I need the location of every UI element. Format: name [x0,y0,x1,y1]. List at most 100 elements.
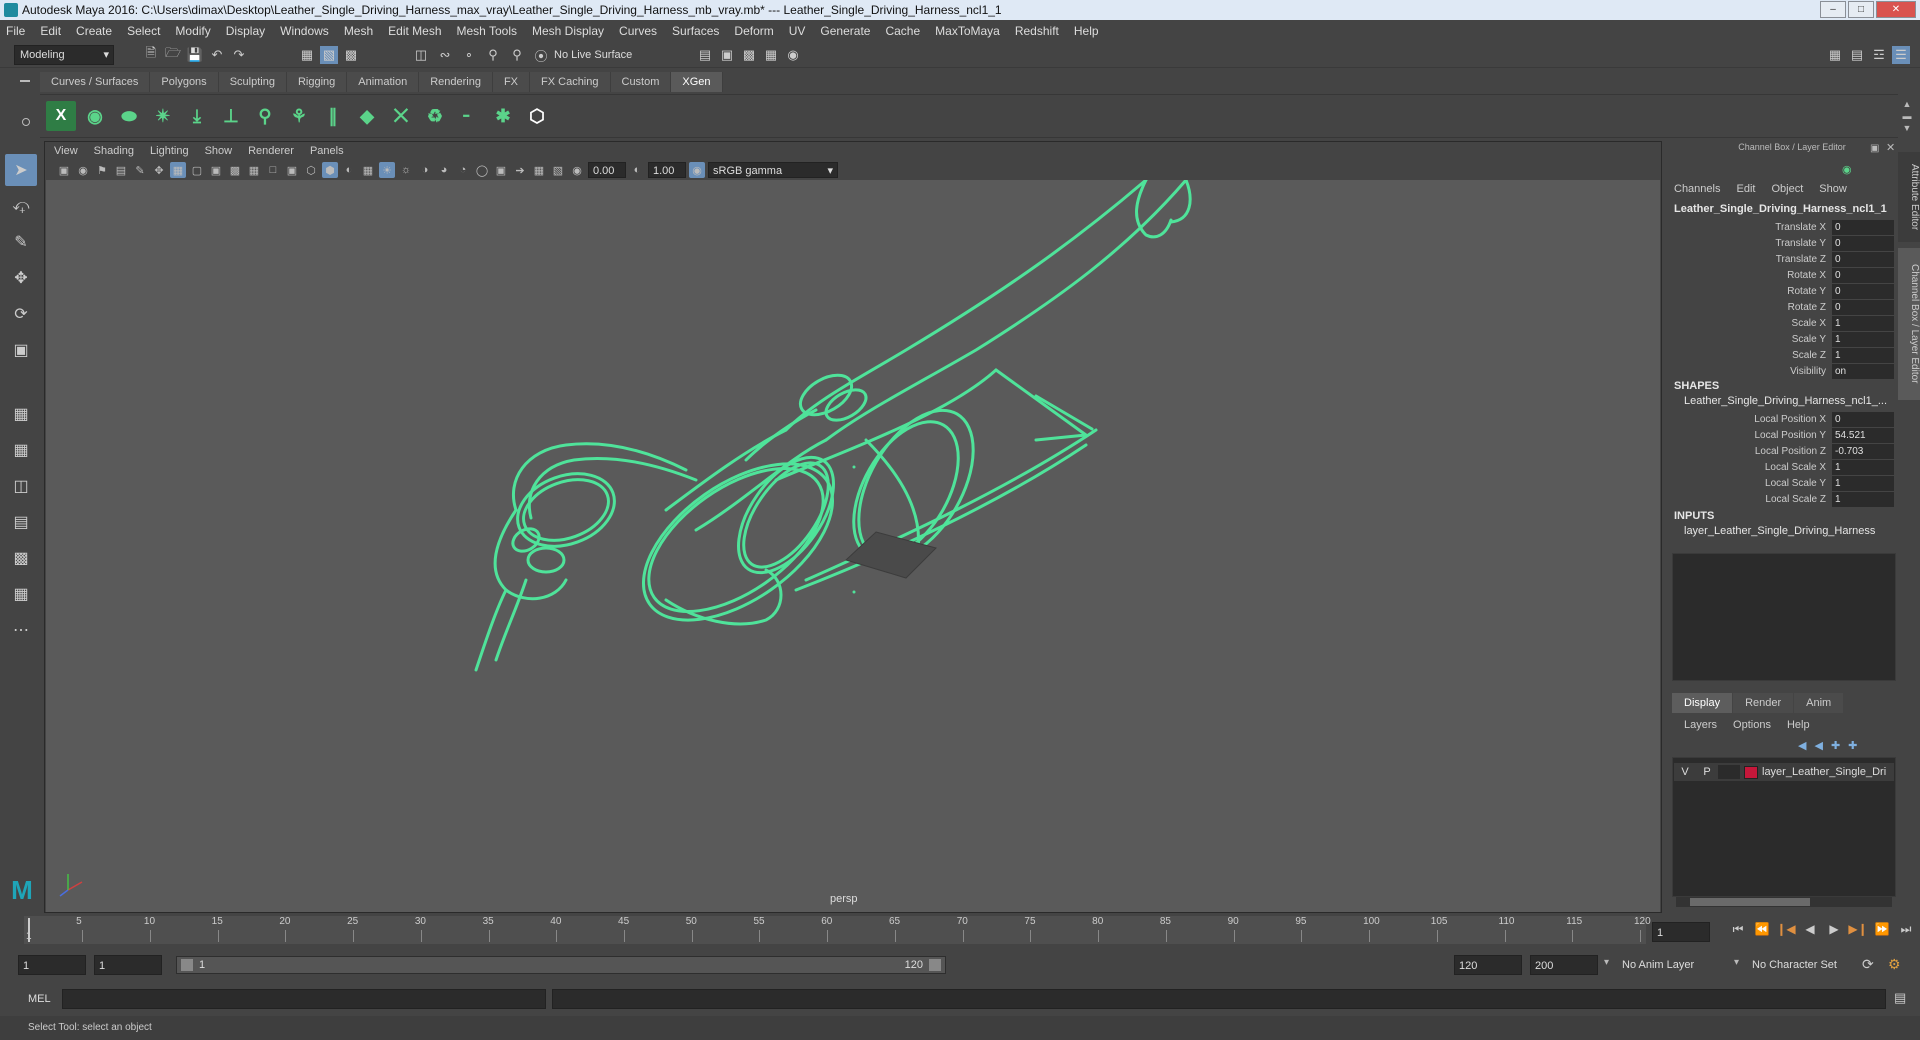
minimize-button[interactable]: – [1820,1,1846,18]
tab-animation[interactable]: Animation [347,72,420,92]
channel-row[interactable]: Rotate Y 0 [1672,283,1894,299]
wireframe-on-shaded-icon[interactable]: ◐ [341,162,357,178]
shelf-scroll[interactable]: ▲ ▬ ▼ [1902,98,1912,134]
shape-channel-row[interactable]: Local Scale Y 1 [1672,475,1894,491]
play-forward-icon[interactable]: ▶ [1824,922,1844,940]
le-menu-layers[interactable]: Layers [1684,719,1717,731]
menu-create[interactable]: Create [76,24,112,38]
command-input[interactable] [62,989,546,1009]
panel-menu-lighting[interactable]: Lighting [150,145,189,157]
close-panel-icon[interactable]: ✕ [1886,141,1895,154]
panel-menu-shading[interactable]: Shading [94,145,134,157]
tab-custom[interactable]: Custom [610,72,672,92]
script-editor-icon[interactable]: ▤ [1894,990,1906,1006]
image-plane-icon[interactable]: ▤ [113,162,129,178]
perspective-viewport[interactable] [46,180,1660,912]
motion-blur-icon[interactable]: ◕ [436,162,452,178]
playback-end-field[interactable]: 120 [1454,955,1522,975]
tab-curves-surfaces[interactable]: Curves / Surfaces [40,72,151,92]
channel-row[interactable]: Rotate Z 0 [1672,299,1894,315]
go-to-end-icon[interactable]: ⏭ [1896,922,1916,940]
cb-menu-show[interactable]: Show [1819,183,1847,195]
undo-icon[interactable]: ↶ [208,46,226,64]
maximize-button[interactable]: □ [1848,1,1874,18]
hypershade-icon[interactable]: ◉ [784,46,802,64]
wireframe-icon[interactable]: ⬡ [303,162,319,178]
menu-select[interactable]: Select [127,24,160,38]
channel-row[interactable]: Rotate X 0 [1672,267,1894,283]
use-all-lights-icon[interactable]: ☀ [379,162,395,178]
make-live-icon[interactable]: ⦿ [532,46,550,64]
xgen-place-icon[interactable]: ⊥ [216,101,246,131]
new-layer-selected-icon[interactable]: ✚ [1848,739,1857,752]
channel-box-toggle-icon[interactable]: ☰ [1892,46,1910,64]
scale-tool-icon[interactable]: ▣ [5,334,37,366]
camera-select-icon[interactable]: ▣ [56,162,72,178]
channel-value[interactable]: 0 [1832,267,1894,283]
input-node-name[interactable]: layer_Leather_Single_Driving_Harness [1684,525,1875,537]
xgen-clump-icon[interactable]: ♻ [420,101,450,131]
tab-render[interactable]: Render [1733,693,1794,713]
snap-curve-icon[interactable]: ∾ [436,46,454,64]
depth-of-field-icon[interactable]: ◯ [474,162,490,178]
channel-value[interactable]: 1 [1832,475,1894,491]
menu-mesh-display[interactable]: Mesh Display [532,24,604,38]
xgen-guides-icon[interactable]: ✴ [148,101,178,131]
animation-prefs-icon[interactable]: ⚙ [1888,956,1901,973]
current-frame-field[interactable]: 1 [1652,922,1710,942]
ipr-render-icon[interactable]: ▩ [740,46,758,64]
ambient-occlusion-icon[interactable]: ◑ [417,162,433,178]
channel-row[interactable]: Scale Z 1 [1672,347,1894,363]
play-backward-icon[interactable]: ◀ [1800,922,1820,940]
channel-row[interactable]: Scale Y 1 [1672,331,1894,347]
channel-value[interactable]: 0 [1832,283,1894,299]
current-time-indicator[interactable] [28,918,30,942]
tab-xgen[interactable]: XGen [671,72,723,92]
channel-key-icon[interactable]: ◉ [1842,163,1852,176]
camera-attributes-icon[interactable]: ◉ [75,162,91,178]
layout-persp-graph-icon[interactable]: ▤ [5,506,37,538]
isolate-select-icon[interactable]: ▣ [493,162,509,178]
menu-file[interactable]: File [6,24,25,38]
menu-modify[interactable]: Modify [175,24,210,38]
select-component-icon[interactable]: ▩ [342,46,360,64]
menu-generate[interactable]: Generate [820,24,870,38]
move-layer-up-icon[interactable]: ◀ [1798,739,1806,752]
grid-icon[interactable]: ▦ [170,162,186,178]
render-current-icon[interactable]: ▦ [762,46,780,64]
lasso-tool-icon[interactable]: ⤽ [5,190,37,222]
menu-curves[interactable]: Curves [619,24,657,38]
panel-menu-panels[interactable]: Panels [310,145,344,157]
new-scene-icon[interactable]: 🗎 [142,45,160,64]
gamma-field[interactable]: 1.00 [648,162,686,178]
xray-icon[interactable]: ➔ [512,162,528,178]
channel-row[interactable]: Translate Z 0 [1672,251,1894,267]
layer-color-swatch[interactable] [1744,765,1758,779]
playback-start-field[interactable]: 1 [94,955,162,975]
gate-mask-icon[interactable]: ▩ [227,162,243,178]
live-surface-label[interactable]: No Live Surface [554,46,632,64]
layout-four-icon[interactable]: ▦ [5,434,37,466]
layer-scroll-thumb[interactable] [1690,898,1810,906]
menu-display[interactable]: Display [226,24,265,38]
open-scene-icon[interactable]: 🗁 [164,45,182,64]
xgen-length-icon[interactable]: ╴ [454,101,484,131]
cb-menu-object[interactable]: Object [1771,183,1803,195]
channel-value[interactable]: 0 [1832,235,1894,251]
save-scene-icon[interactable]: 💾 [186,46,204,64]
color-management-icon[interactable]: ◉ [689,162,705,178]
exposure-field[interactable]: 0.00 [588,162,626,178]
tab-sculpting[interactable]: Sculpting [218,72,287,92]
tab-anim[interactable]: Anim [1794,693,1844,713]
2d-pan-icon[interactable]: ✥ [151,162,167,178]
xgen-comb-icon[interactable]: ∥ [318,101,348,131]
step-back-frame-icon[interactable]: ❙◀ [1776,922,1796,940]
cb-menu-edit[interactable]: Edit [1736,183,1755,195]
layout-custom-icon[interactable]: ▦ [5,578,37,610]
channel-value[interactable]: 1 [1832,347,1894,363]
select-hierarchy-icon[interactable]: ▦ [298,46,316,64]
layout-two-icon[interactable]: ◫ [5,470,37,502]
tool-settings-icon[interactable]: ☲ [1870,46,1888,64]
move-tool-icon[interactable]: ✥ [5,262,37,294]
menu-windows[interactable]: Windows [280,24,329,38]
